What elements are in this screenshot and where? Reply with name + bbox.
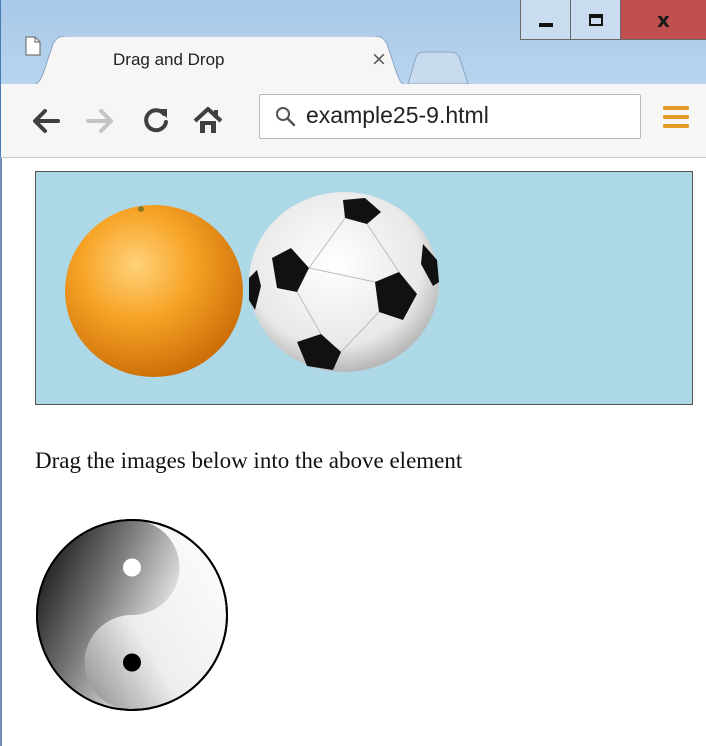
orange-image[interactable] xyxy=(63,201,245,379)
tab-title: Drag and Drop xyxy=(113,50,225,69)
url-text[interactable]: example25-9.html xyxy=(306,102,489,129)
title-bar: x Drag and Drop × xyxy=(0,0,706,86)
browser-window: x Drag and Drop × example25-9.html Drag … xyxy=(0,0,706,746)
back-button[interactable] xyxy=(29,104,63,138)
reload-button[interactable] xyxy=(139,104,173,138)
home-button[interactable] xyxy=(191,104,225,138)
search-icon xyxy=(276,107,296,127)
yin-yang-image[interactable] xyxy=(35,518,229,712)
back-arrow-icon xyxy=(33,109,60,133)
maximize-icon xyxy=(588,13,603,26)
reload-icon xyxy=(144,108,168,133)
instructions-text: Drag the images below into the above ele… xyxy=(35,448,463,473)
minimize-icon xyxy=(538,22,553,27)
forward-button[interactable] xyxy=(83,104,117,138)
toolbar: example25-9.html xyxy=(0,84,706,158)
close-window-button[interactable]: x xyxy=(620,0,706,40)
home-icon xyxy=(193,107,223,133)
soccer-ball-image[interactable] xyxy=(247,190,443,376)
close-icon: x xyxy=(657,7,670,32)
browser-tab[interactable]: Drag and Drop × xyxy=(25,36,409,86)
menu-icon[interactable] xyxy=(663,106,689,132)
page-icon xyxy=(25,36,41,56)
address-bar[interactable]: example25-9.html xyxy=(259,94,641,139)
window-controls: x xyxy=(520,0,706,40)
new-tab-button[interactable] xyxy=(406,51,470,85)
tab-close-icon[interactable]: × xyxy=(371,48,387,70)
forward-arrow-icon xyxy=(86,109,113,133)
drop-target-area[interactable] xyxy=(35,171,693,405)
page-content: Drag the images below into the above ele… xyxy=(0,158,706,746)
maximize-button[interactable] xyxy=(570,0,620,40)
minimize-button[interactable] xyxy=(520,0,570,40)
